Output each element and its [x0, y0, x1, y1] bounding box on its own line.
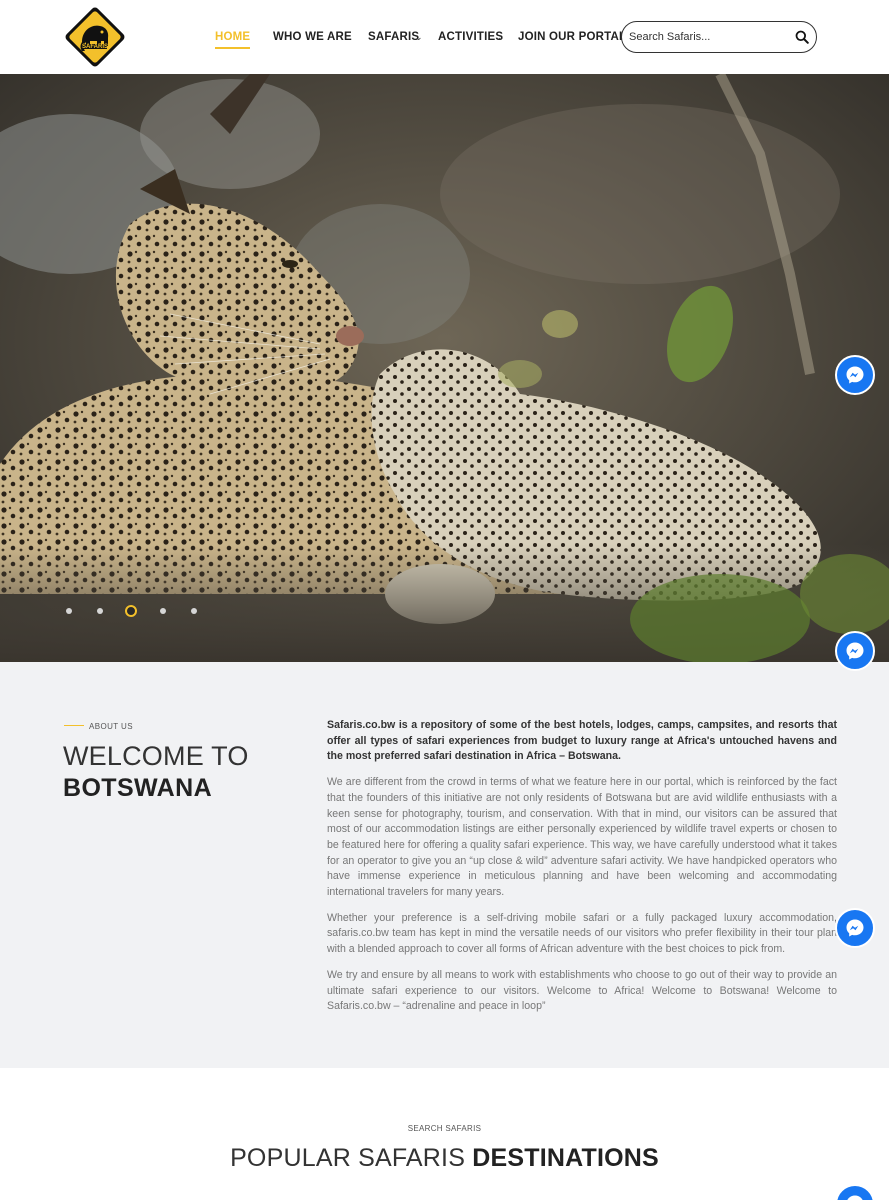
about-heading-line1: WELCOME TO — [63, 741, 249, 771]
svg-text:SAFARIS: SAFARIS — [82, 44, 108, 50]
nav-who-we-are[interactable]: WHO WE ARE — [273, 31, 352, 43]
about-lead: Safaris.co.bw is a repository of some of… — [327, 719, 837, 763]
slider-dot[interactable] — [191, 608, 197, 614]
messenger-icon — [847, 1195, 863, 1200]
about-text: Safaris.co.bw is a repository of some of… — [327, 718, 837, 1025]
messenger-icon — [846, 919, 864, 937]
nav-safaris[interactable]: SAFARIS — [368, 31, 419, 43]
messenger-icon — [846, 642, 864, 660]
nav-activities[interactable]: ACTIVITIES — [438, 31, 503, 43]
slider-dot[interactable] — [66, 608, 72, 614]
messenger-icon — [846, 366, 864, 384]
about-paragraph: We are different from the crowd in terms… — [327, 776, 837, 899]
site-header: SAFARIS HOME WHO WE ARE SAFARIS ⌄ ACTIVI… — [0, 0, 889, 74]
messenger-button[interactable] — [835, 908, 875, 948]
search-input[interactable] — [629, 28, 789, 46]
slider-dot-active[interactable] — [125, 605, 137, 617]
nav-home[interactable]: HOME — [215, 31, 251, 49]
about-paragraph: Whether your preference is a self-drivin… — [327, 911, 837, 956]
nav-join-portal[interactable]: JOIN OUR PORTAL — [518, 31, 626, 43]
slider-dot[interactable] — [160, 608, 166, 614]
about-paragraph: We try and ensure by all means to work w… — [327, 968, 837, 1013]
search-icon[interactable] — [795, 30, 809, 44]
hero-leopard-image — [0, 74, 889, 662]
hero-slider — [0, 74, 889, 662]
slider-dot[interactable] — [97, 608, 103, 614]
destinations-title: POPULAR SAFARIS DESTINATIONS — [230, 1144, 659, 1172]
chevron-down-icon[interactable]: ⌄ — [497, 32, 505, 43]
elephant-logo-icon: SAFARIS — [65, 7, 125, 67]
chevron-down-icon[interactable]: ⌄ — [415, 32, 423, 43]
site-logo[interactable]: SAFARIS — [62, 4, 128, 70]
destinations-section: SEARCH SAFARIS POPULAR SAFARIS DESTINATI… — [0, 1068, 889, 1200]
about-heading-line2: BOTSWANA — [63, 774, 213, 802]
about-section: ABOUT US WELCOME TO BOTSWANA Safaris.co.… — [0, 662, 889, 1068]
search-box — [621, 21, 817, 53]
messenger-button[interactable] — [835, 355, 875, 395]
destinations-eyebrow: SEARCH SAFARIS — [407, 1124, 482, 1133]
messenger-button[interactable] — [835, 631, 875, 671]
about-eyebrow: ABOUT US — [64, 722, 133, 731]
